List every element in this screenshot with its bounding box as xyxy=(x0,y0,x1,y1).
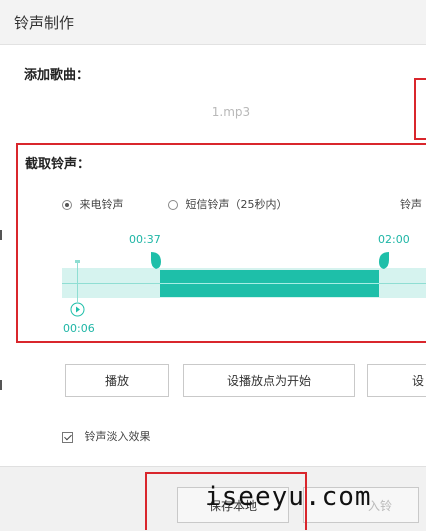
play-button[interactable]: 播放 xyxy=(65,364,169,397)
playhead-cap xyxy=(75,260,80,263)
playhead-play-icon[interactable] xyxy=(70,302,85,317)
radio-incoming-call-label: 来电铃声 xyxy=(79,198,124,211)
fade-in-checkbox[interactable]: 铃声淡入效果 xyxy=(62,428,151,444)
add-song-highlight-box xyxy=(414,78,426,140)
left-edge-mark xyxy=(0,230,2,240)
start-handle-icon[interactable] xyxy=(149,250,163,270)
radio-sms-label: 短信铃声（25秒内） xyxy=(185,198,288,211)
radio-selected-indicator xyxy=(62,200,72,210)
start-time-label: 00:37 xyxy=(129,233,161,246)
checkbox-checked-icon xyxy=(62,431,73,443)
end-time-label: 02:00 xyxy=(378,233,410,246)
song-filename: 1.mp3 xyxy=(211,105,251,119)
set-start-button[interactable]: 设播放点为开始 xyxy=(183,364,355,397)
fade-in-label: 铃声淡入效果 xyxy=(84,430,151,443)
watermark-text: iseeyu.com xyxy=(205,482,372,512)
radio-incoming-call[interactable]: 来电铃声 xyxy=(62,196,124,212)
left-edge-mark xyxy=(0,380,2,390)
window-title: 铃声制作 xyxy=(14,14,75,32)
radio-ringtone-label: 铃声 xyxy=(400,198,422,211)
radio-sms[interactable]: 短信铃声（25秒内） xyxy=(168,196,288,212)
end-handle-icon[interactable] xyxy=(377,250,391,270)
set-end-button[interactable]: 设 xyxy=(367,364,426,397)
clip-ringtone-label: 截取铃声： xyxy=(25,157,91,172)
add-song-label: 添加歌曲： xyxy=(24,68,90,83)
selection-center-line xyxy=(160,283,379,284)
playhead-time-label: 00:06 xyxy=(63,322,95,335)
playhead-line xyxy=(77,262,78,302)
radio-unselected-indicator xyxy=(168,200,178,210)
radio-ringtone[interactable]: 铃声 xyxy=(400,196,426,212)
